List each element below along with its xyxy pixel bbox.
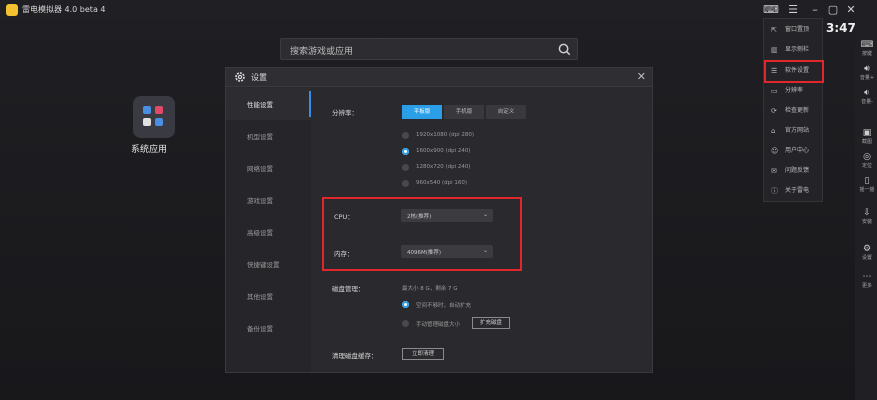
minimize-icon[interactable]: – — [807, 2, 823, 18]
more-icon: ⋯ — [862, 272, 872, 282]
home-icon: ⌂ — [771, 127, 776, 135]
sidebar-item-more[interactable]: ⋯ 更多 — [857, 272, 877, 289]
search-icon[interactable] — [558, 43, 571, 56]
feedback-icon: ✉ — [771, 167, 777, 175]
gear-icon: ⚙ — [862, 244, 872, 254]
volume-down-icon: 🔉︎ — [864, 88, 870, 98]
cpu-label: CPU： — [334, 213, 354, 221]
user-icon: ☺ — [771, 147, 779, 155]
menu-item-resolution[interactable]: ▭ 分辨率 — [766, 82, 822, 101]
radio-button[interactable] — [402, 301, 409, 308]
sidebar-item-settings[interactable]: ⚙ 设置 — [857, 244, 877, 261]
nav-item-shortcuts[interactable]: 快捷键设置 — [226, 248, 311, 280]
settings-content: 分辨率： 平板版 手机版 自定义 1920x1080 (dpi 280) 160… — [312, 88, 652, 372]
menu-item-about[interactable]: ⓘ 关于雷电 — [766, 182, 822, 201]
update-icon: ⟳ — [771, 107, 777, 115]
memory-label: 内存： — [334, 250, 354, 258]
menu-item-show-sidebar[interactable]: ▥ 显示侧栏 — [766, 41, 822, 60]
gear-icon — [235, 72, 245, 82]
tab-custom[interactable]: 自定义 — [486, 105, 526, 119]
clock: 3:47 — [826, 21, 856, 35]
menu-item-check-update[interactable]: ⟳ 检查更新 — [766, 102, 822, 121]
sidebar-item-install[interactable]: ⇩ 安装 — [857, 208, 877, 225]
system-apps-shortcut[interactable]: 系统应用 — [131, 96, 179, 155]
search-bar[interactable]: 搜索游戏或应用 — [280, 38, 578, 60]
clear-cache-button[interactable]: 立即清理 — [402, 348, 444, 360]
menu-item-official-site[interactable]: ⌂ 官方网站 — [766, 122, 822, 141]
nav-item-other[interactable]: 其他设置 — [226, 280, 311, 312]
memory-select[interactable]: 4096M(推荐) ⌄ — [401, 245, 493, 258]
menu-icon[interactable]: ☰ — [785, 2, 801, 18]
menu-item-user-center[interactable]: ☺ 用户中心 — [766, 142, 822, 161]
install-icon: ⇩ — [863, 208, 871, 218]
shake-icon: ▯ — [864, 176, 870, 186]
right-sidebar — [855, 0, 877, 400]
menu-item-pin-window[interactable]: ⇱ 窗口置顶 — [766, 21, 822, 40]
sidebar-icon: ▥ — [771, 46, 778, 54]
search-input[interactable]: 搜索游戏或应用 — [290, 44, 353, 57]
info-icon: ⓘ — [771, 187, 778, 195]
tab-phone[interactable]: 手机版 — [444, 105, 484, 119]
main-menu-dropdown: ⇱ 窗口置顶 ▥ 显示侧栏 ☰ 软件设置 ▭ 分辨率 ⟳ 检查更新 ⌂ 官方网站 ☺ 用户中心… — [763, 18, 824, 202]
settings-list-icon: ☰ — [771, 67, 778, 75]
sidebar-item-screenshot[interactable]: ▣ 截图 — [857, 128, 877, 145]
radio-button[interactable] — [402, 132, 409, 139]
system-apps-icon[interactable] — [133, 96, 175, 138]
clear-cache-label: 清理磁盘缓存： — [332, 352, 378, 360]
sidebar-item-keymap[interactable]: ⌨ 按键 — [857, 40, 877, 57]
nav-item-advanced[interactable]: 高级设置 — [226, 216, 311, 248]
radio-button[interactable] — [402, 320, 409, 327]
settings-nav: 性能设置 机型设置 网络设置 游戏设置 高级设置 快捷键设置 其他设置 备份设置 — [226, 88, 311, 372]
nav-item-network[interactable]: 网络设置 — [226, 152, 311, 184]
app-title: 雷电模拟器 4.0 beta 4 — [22, 5, 106, 14]
nav-item-model[interactable]: 机型设置 — [226, 120, 311, 152]
nav-item-backup[interactable]: 备份设置 — [226, 312, 311, 344]
maximize-icon[interactable]: ▢ — [825, 2, 841, 18]
tab-tablet[interactable]: 平板版 — [402, 105, 442, 119]
title-bar: 雷电模拟器 4.0 beta 4 ⌨ ☰ – ▢ ✕ — [0, 0, 877, 20]
dialog-header: 设置 ✕ — [226, 68, 652, 87]
sidebar-item-shake[interactable]: ▯ 摇一摇 — [857, 176, 877, 193]
resolution-label: 分辨率： — [332, 109, 358, 117]
menu-item-feedback[interactable]: ✉ 问题反馈 — [766, 162, 822, 181]
sidebar-item-volume-up[interactable]: 🔊︎ 音量+ — [857, 64, 877, 81]
dialog-title: 设置 — [251, 73, 267, 82]
nav-item-game[interactable]: 游戏设置 — [226, 184, 311, 216]
screenshot-icon: ▣ — [862, 128, 872, 138]
disk-label: 磁盘管理： — [332, 285, 365, 293]
chevron-down-icon: ⌄ — [482, 211, 488, 218]
radio-button[interactable] — [402, 164, 409, 171]
keyboard-icon: ⌨ — [860, 40, 874, 50]
radio-button[interactable] — [402, 148, 409, 155]
menu-item-software-settings[interactable]: ☰ 软件设置 — [764, 60, 824, 83]
radio-button[interactable] — [402, 180, 409, 187]
location-icon: ◎ — [863, 152, 871, 162]
nav-item-performance[interactable]: 性能设置 — [226, 88, 311, 120]
volume-up-icon: 🔊︎ — [864, 64, 870, 74]
app-logo — [6, 4, 18, 16]
pin-icon: ⇱ — [771, 26, 777, 34]
disk-info: 最大小 8 G，剩余 7 G — [402, 286, 458, 292]
resolution-icon: ▭ — [771, 87, 778, 95]
settings-dialog: 设置 ✕ 性能设置 机型设置 网络设置 游戏设置 高级设置 快捷键设置 其他设置… — [225, 67, 653, 373]
close-icon[interactable]: ✕ — [637, 70, 646, 84]
gamepad-icon[interactable]: ⌨ — [763, 2, 779, 18]
sidebar-item-location[interactable]: ◎ 定位 — [857, 152, 877, 169]
chevron-down-icon: ⌄ — [482, 247, 488, 254]
system-apps-label: 系统应用 — [131, 145, 168, 155]
cpu-select[interactable]: 2核(推荐) ⌄ — [401, 209, 493, 222]
sidebar-item-volume-down[interactable]: 🔉︎ 音量- — [857, 88, 877, 105]
expand-disk-button[interactable]: 扩充磁盘 — [472, 317, 510, 329]
